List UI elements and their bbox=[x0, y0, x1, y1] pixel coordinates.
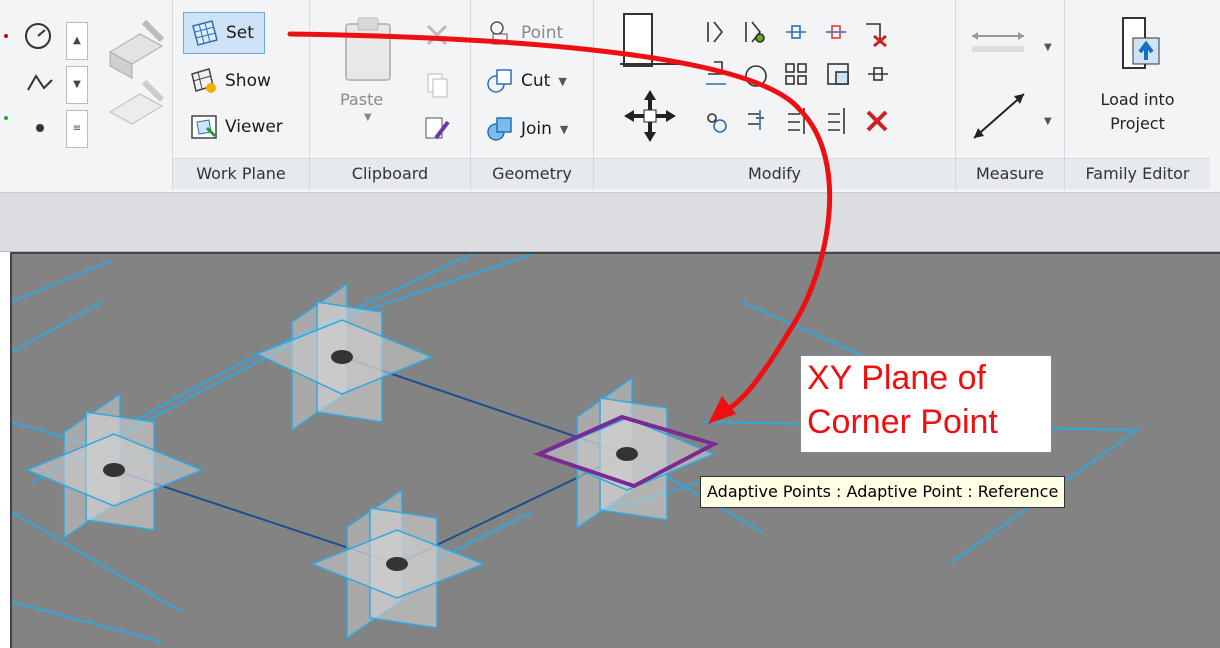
aligned-dimension-icon[interactable]: ▼ bbox=[968, 24, 1058, 64]
paste-dropdown-arrow[interactable]: ▼ bbox=[364, 112, 372, 123]
panel-modify: Modify bbox=[594, 0, 956, 190]
geometry-panel-title: Geometry bbox=[471, 158, 593, 189]
load-into-label-line1: Load into bbox=[1100, 90, 1175, 109]
cut-label: Cut bbox=[521, 71, 551, 91]
cut-scissors-icon[interactable] bbox=[422, 20, 452, 50]
cut-geometry-button[interactable]: Cut ▼ bbox=[485, 66, 567, 96]
element-tooltip: Adaptive Points : Adaptive Point : Refer… bbox=[700, 476, 1066, 508]
cut-dropdown-arrow[interactable]: ▼ bbox=[558, 75, 566, 88]
modify-panel-title: Modify bbox=[594, 158, 955, 189]
view-tab-bar bbox=[0, 193, 1220, 252]
clipboard-panel-title: Clipboard bbox=[310, 158, 470, 189]
show-button[interactable]: Show bbox=[189, 66, 271, 96]
join-label: Join bbox=[521, 119, 552, 139]
join-geometry-icon bbox=[487, 117, 512, 141]
load-into-project-icon bbox=[1122, 17, 1160, 69]
adaptive-point-1 bbox=[255, 282, 434, 432]
point-label: Point bbox=[521, 23, 564, 43]
move-icon[interactable] bbox=[620, 86, 680, 146]
join-button[interactable]: Join ▼ bbox=[485, 114, 568, 144]
point-button[interactable]: Point bbox=[485, 18, 563, 48]
xy-plane-callout: XY Plane of Corner Point bbox=[800, 355, 1052, 453]
work-plane-panel-title: Work Plane bbox=[173, 158, 309, 189]
measure-panel-title: Measure bbox=[956, 158, 1064, 189]
viewer-icon bbox=[191, 115, 217, 139]
gallery-expand[interactable]: ≡ bbox=[66, 110, 88, 148]
work-plane-grid-icon bbox=[192, 20, 218, 46]
panel-geometry: Point Cut ▼ Join ▼ Geometry bbox=[471, 0, 594, 190]
join-dropdown-arrow[interactable]: ▼ bbox=[560, 123, 568, 136]
panel-family-editor: Load into Project Family Editor bbox=[1065, 0, 1210, 190]
adaptive-point-2 bbox=[25, 392, 204, 540]
panel-work-plane: Set Show Viewer Work Plane bbox=[173, 0, 310, 190]
point-icon bbox=[490, 21, 508, 45]
show-work-plane-icon bbox=[191, 68, 216, 93]
panel-clipboard: Paste ▼ Clipboard bbox=[310, 0, 471, 190]
callout-line-2: Corner Point bbox=[807, 403, 998, 441]
svg-text:▼: ▼ bbox=[1044, 42, 1052, 53]
show-label: Show bbox=[225, 71, 271, 91]
load-into-project-button[interactable]: Load into Project bbox=[1075, 14, 1200, 144]
gallery-scroll-up[interactable]: ▲ bbox=[66, 22, 88, 60]
measure-between-references-icon[interactable]: ▼ bbox=[968, 84, 1058, 144]
set-button[interactable]: Set bbox=[183, 12, 265, 54]
paste-icon bbox=[345, 17, 391, 81]
adaptive-point-4 bbox=[533, 376, 720, 530]
adaptive-point-3 bbox=[309, 488, 487, 640]
ribbon: ▲ ▼ ≡ Set Show Viewer Work Plane Paste ▼… bbox=[0, 0, 1220, 193]
callout-line-1: XY Plane of bbox=[807, 359, 986, 397]
panel-draw: ▲ ▼ ≡ bbox=[0, 0, 173, 190]
copy-icon[interactable] bbox=[422, 70, 452, 100]
viewer-label: Viewer bbox=[225, 117, 283, 137]
set-label: Set bbox=[226, 23, 254, 43]
modify-tools-grid-icons[interactable] bbox=[704, 18, 944, 148]
match-properties-icon[interactable] bbox=[422, 114, 452, 144]
form-tools-icons[interactable] bbox=[100, 12, 170, 152]
gallery-scroll-down[interactable]: ▼ bbox=[66, 66, 88, 104]
panel-measure: ▼ ▼ Measure bbox=[956, 0, 1065, 190]
load-into-label-line2: Project bbox=[1110, 114, 1165, 133]
viewer-button[interactable]: Viewer bbox=[189, 112, 283, 142]
svg-text:▼: ▼ bbox=[1044, 116, 1052, 127]
paste-label: Paste bbox=[340, 90, 384, 109]
paste-button[interactable]: Paste bbox=[340, 90, 383, 109]
family-editor-panel-title: Family Editor bbox=[1065, 158, 1210, 189]
align-icon[interactable] bbox=[620, 10, 680, 70]
cut-geometry-icon bbox=[487, 69, 512, 93]
